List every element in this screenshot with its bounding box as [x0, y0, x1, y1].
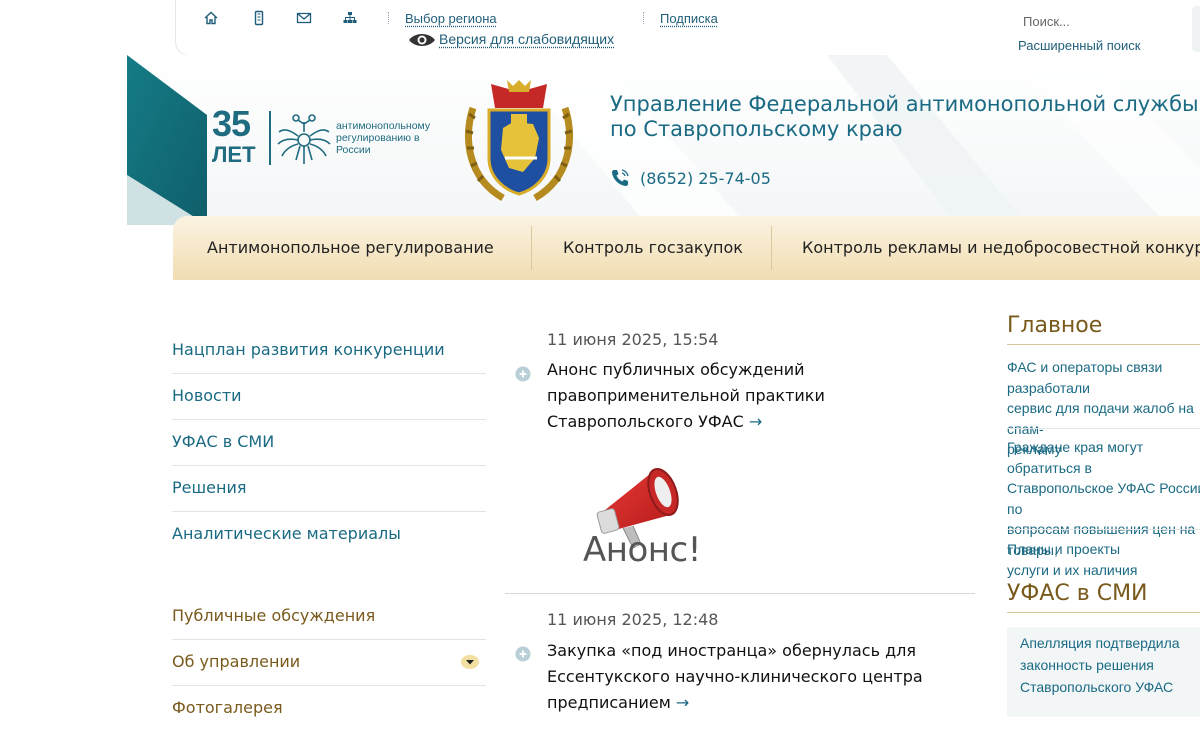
separator [388, 12, 390, 24]
heading-underline [1007, 612, 1200, 613]
left-menu-label: Нацплан развития конкуренции [172, 340, 445, 359]
news-title-link[interactable]: Анонс публичных обсуждений правоприменит… [547, 357, 967, 435]
plans-projects-link[interactable]: Планы и проекты [1007, 539, 1200, 560]
nav-separator [771, 226, 772, 270]
news-date: 11 июня 2025, 15:54 [547, 330, 718, 349]
expand-plus-icon[interactable] [515, 646, 531, 662]
advanced-search-link[interactable]: Расширенный поиск [1018, 38, 1140, 53]
expand-arrow-icon[interactable] [460, 654, 480, 670]
home-icon[interactable] [203, 10, 219, 26]
left-menu-item[interactable]: Новости [172, 373, 486, 420]
org-title-line1: Управление Федеральной антимонопольной с… [610, 92, 1200, 117]
news-title-text: Анонс публичных обсуждений правоприменит… [547, 360, 825, 431]
left-menu-item[interactable]: УФАС в СМИ [172, 419, 486, 466]
low-vision-version-link[interactable]: Версия для слабовидящих [439, 31, 614, 47]
region-select-link[interactable]: Выбор региона [405, 11, 497, 26]
nav-procurement-control[interactable]: Контроль госзакупок [563, 238, 743, 257]
left-menu-item[interactable]: Об управлении [172, 639, 486, 686]
news-divider [505, 593, 975, 594]
nav-advertising-control[interactable]: Контроль рекламы и недобросовестной конк… [802, 238, 1200, 257]
left-menu-label: Публичные обсуждения [172, 606, 375, 625]
left-menu-item[interactable]: Нацплан развития конкуренции [172, 327, 486, 374]
sitemap-icon[interactable] [342, 10, 358, 26]
left-menu-label: Аналитические материалы [172, 524, 401, 543]
left-menu-item[interactable]: Решения [172, 465, 486, 512]
news-title-text: Закупка «под иностранца» обернулась для … [547, 641, 923, 712]
arrow-right-icon: → [749, 412, 762, 431]
announcement-image-text: Анонс! [583, 530, 701, 570]
mobile-icon[interactable] [251, 10, 267, 26]
left-menu-item[interactable]: Публичные обсуждения [172, 593, 486, 640]
left-menu-label: УФАС в СМИ [172, 432, 274, 451]
heading-underline [1007, 344, 1200, 345]
phone-number[interactable]: (8652) 25-74-05 [640, 169, 771, 188]
news-title-link[interactable]: Закупка «под иностранца» обернулась для … [547, 638, 947, 716]
anniversary-word: ЛЕТ [212, 144, 256, 166]
anniversary-logo[interactable]: 35 ЛЕТ антимонопольному регулированию в … [212, 108, 452, 172]
decorative-teal-shape [127, 55, 217, 225]
main-navigation: Антимонопольное регулирование Контроль г… [173, 216, 1200, 280]
expand-plus-icon[interactable] [515, 366, 531, 382]
news-date: 11 июня 2025, 12:48 [547, 610, 718, 629]
mail-icon[interactable] [296, 10, 312, 26]
left-menu-label: Новости [172, 386, 242, 405]
org-title-line2: по Ставропольскому краю [610, 117, 1200, 142]
left-menu-item[interactable]: Фотогалерея [172, 685, 486, 731]
anniversary-number: 35 [212, 106, 250, 142]
left-menu-label: Об управлении [172, 652, 300, 671]
smi-section-heading[interactable]: УФАС в СМИ [1007, 581, 1148, 606]
left-menu-label: Фотогалерея [172, 698, 283, 717]
phone-icon [610, 168, 630, 188]
logo-divider [269, 111, 271, 165]
left-menu-label: Решения [172, 478, 246, 497]
subscribe-link[interactable]: Подписка [660, 11, 718, 26]
organization-title[interactable]: Управление Федеральной антимонопольной с… [610, 92, 1200, 142]
search-input[interactable] [1021, 10, 1195, 32]
top-utility-bar: Выбор региона Подписка Версия для слабов… [175, 0, 1200, 56]
smi-news-link[interactable]: Апелляция подтвердила законность решения… [1020, 632, 1200, 698]
arrow-right-icon: → [676, 693, 689, 712]
nav-antimonopoly-regulation[interactable]: Антимонопольное регулирование [207, 238, 494, 257]
main-section-heading[interactable]: Главное [1007, 313, 1102, 338]
left-menu-item[interactable]: Аналитические материалы [172, 511, 486, 557]
separator [1007, 428, 1200, 429]
double-headed-eagle-icon [276, 110, 332, 168]
eye-icon[interactable] [407, 31, 437, 49]
search-button[interactable] [1192, 6, 1200, 52]
nav-separator [531, 226, 532, 270]
coat-of-arms-icon [463, 78, 575, 204]
anniversary-caption: антимонопольному регулированию в России [336, 120, 456, 156]
separator [643, 12, 645, 24]
separator [1007, 529, 1200, 530]
